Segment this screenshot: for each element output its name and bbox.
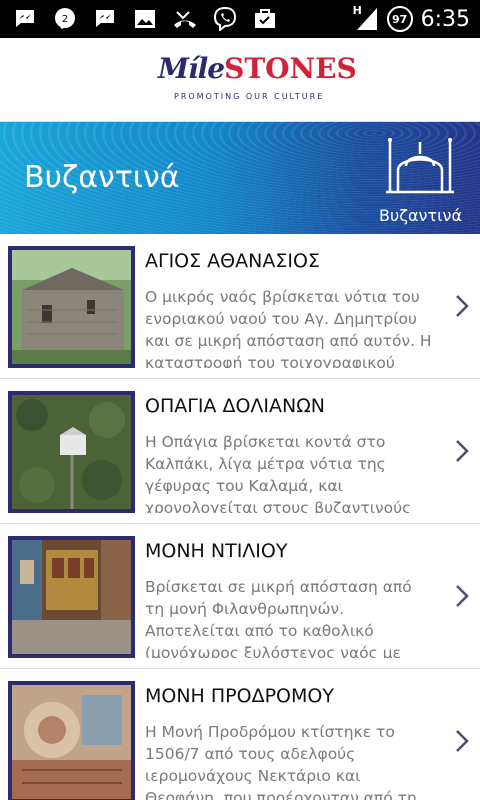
list-item[interactable]: ΜΟΝΗ ΝΤΙΛΙΟΥ Βρίσκεται σε μικρή απόσταση… — [0, 524, 480, 669]
briefcase-icon — [252, 6, 278, 32]
item-description: Η Οπάγια βρίσκεται κοντά στο Καλπάκι, λί… — [145, 433, 412, 513]
logo-mile: Míle — [158, 52, 225, 85]
item-description: Ο μικρός ναός βρίσκεται νότια του ενορια… — [145, 288, 432, 368]
logo-wordmark: MíleSTONES — [158, 52, 357, 85]
chevron-right-icon[interactable] — [452, 582, 472, 610]
item-thumbnail — [8, 681, 135, 800]
messenger-icon — [12, 6, 38, 32]
list-item[interactable]: ΟΠΑΓΙΑ ΔΟΛΙΑΝΩΝ Η Οπάγια βρίσκεται κοντά… — [0, 379, 480, 524]
app-header: MíleSTONES PROMOTING OUR CULTURE — [0, 38, 480, 122]
chevron-right-icon[interactable] — [452, 437, 472, 465]
gallery-icon — [132, 6, 158, 32]
item-description: Η Μονή Προδρόμου κτίστηκε το 1506/7 από … — [145, 723, 432, 800]
viber-icon — [212, 6, 238, 32]
item-thumbnail — [8, 536, 135, 658]
chevron-right-icon[interactable] — [452, 727, 472, 755]
item-description: Βρίσκεται σε μικρή απόσταση από τη μονή … — [145, 578, 412, 658]
svg-text:2: 2 — [62, 14, 68, 25]
list-item[interactable]: ΜΟΝΗ ΠΡΟΔΡΟΜΟΥ Η Μονή Προδρόμου κτίστηκε… — [0, 669, 480, 800]
monument-list: ΑΓΙΟΣ ΑΘΑΝΑΣΙΟΣ Ο μικρός ναός βρίσκεται … — [0, 234, 480, 800]
item-thumbnail — [8, 391, 135, 513]
chevron-right-icon[interactable] — [452, 292, 472, 320]
list-item[interactable]: ΑΓΙΟΣ ΑΘΑΝΑΣΙΟΣ Ο μικρός ναός βρίσκεται … — [0, 234, 480, 379]
item-title: ΜΟΝΗ ΝΤΙΛΙΟΥ — [145, 540, 288, 562]
status-right: H 97 6:35 — [353, 0, 470, 38]
category-banner: Βυζαντινά Βυζαντινά — [0, 122, 480, 234]
item-title: ΟΠΑΓΙΑ ΔΟΛΙΑΝΩΝ — [145, 395, 325, 417]
item-thumbnail — [8, 246, 135, 368]
item-title: ΜΟΝΗ ΠΡΟΔΡΟΜΟΥ — [145, 685, 334, 707]
milestones-logo[interactable]: MíleSTONES PROMOTING OUR CULTURE — [158, 52, 357, 108]
signal-icon: H — [353, 4, 379, 32]
category-title: Βυζαντινά — [24, 160, 180, 195]
logo-tagline: PROMOTING OUR CULTURE — [174, 92, 325, 101]
logo-stones: STONES — [224, 52, 357, 85]
messenger-icon — [92, 6, 118, 32]
battery-indicator: 97 — [386, 6, 413, 32]
notification-icons: 2 — [12, 6, 278, 32]
byzantine-church-icon — [384, 136, 456, 196]
item-title: ΑΓΙΟΣ ΑΘΑΝΑΣΙΟΣ — [145, 250, 320, 272]
category-icon-caption: Βυζαντινά — [379, 206, 462, 225]
clock: 6:35 — [420, 6, 470, 32]
missed-call-icon — [172, 6, 198, 32]
status-bar: 2 H 97 6:35 — [0, 0, 480, 38]
hangouts-icon: 2 — [52, 6, 78, 32]
